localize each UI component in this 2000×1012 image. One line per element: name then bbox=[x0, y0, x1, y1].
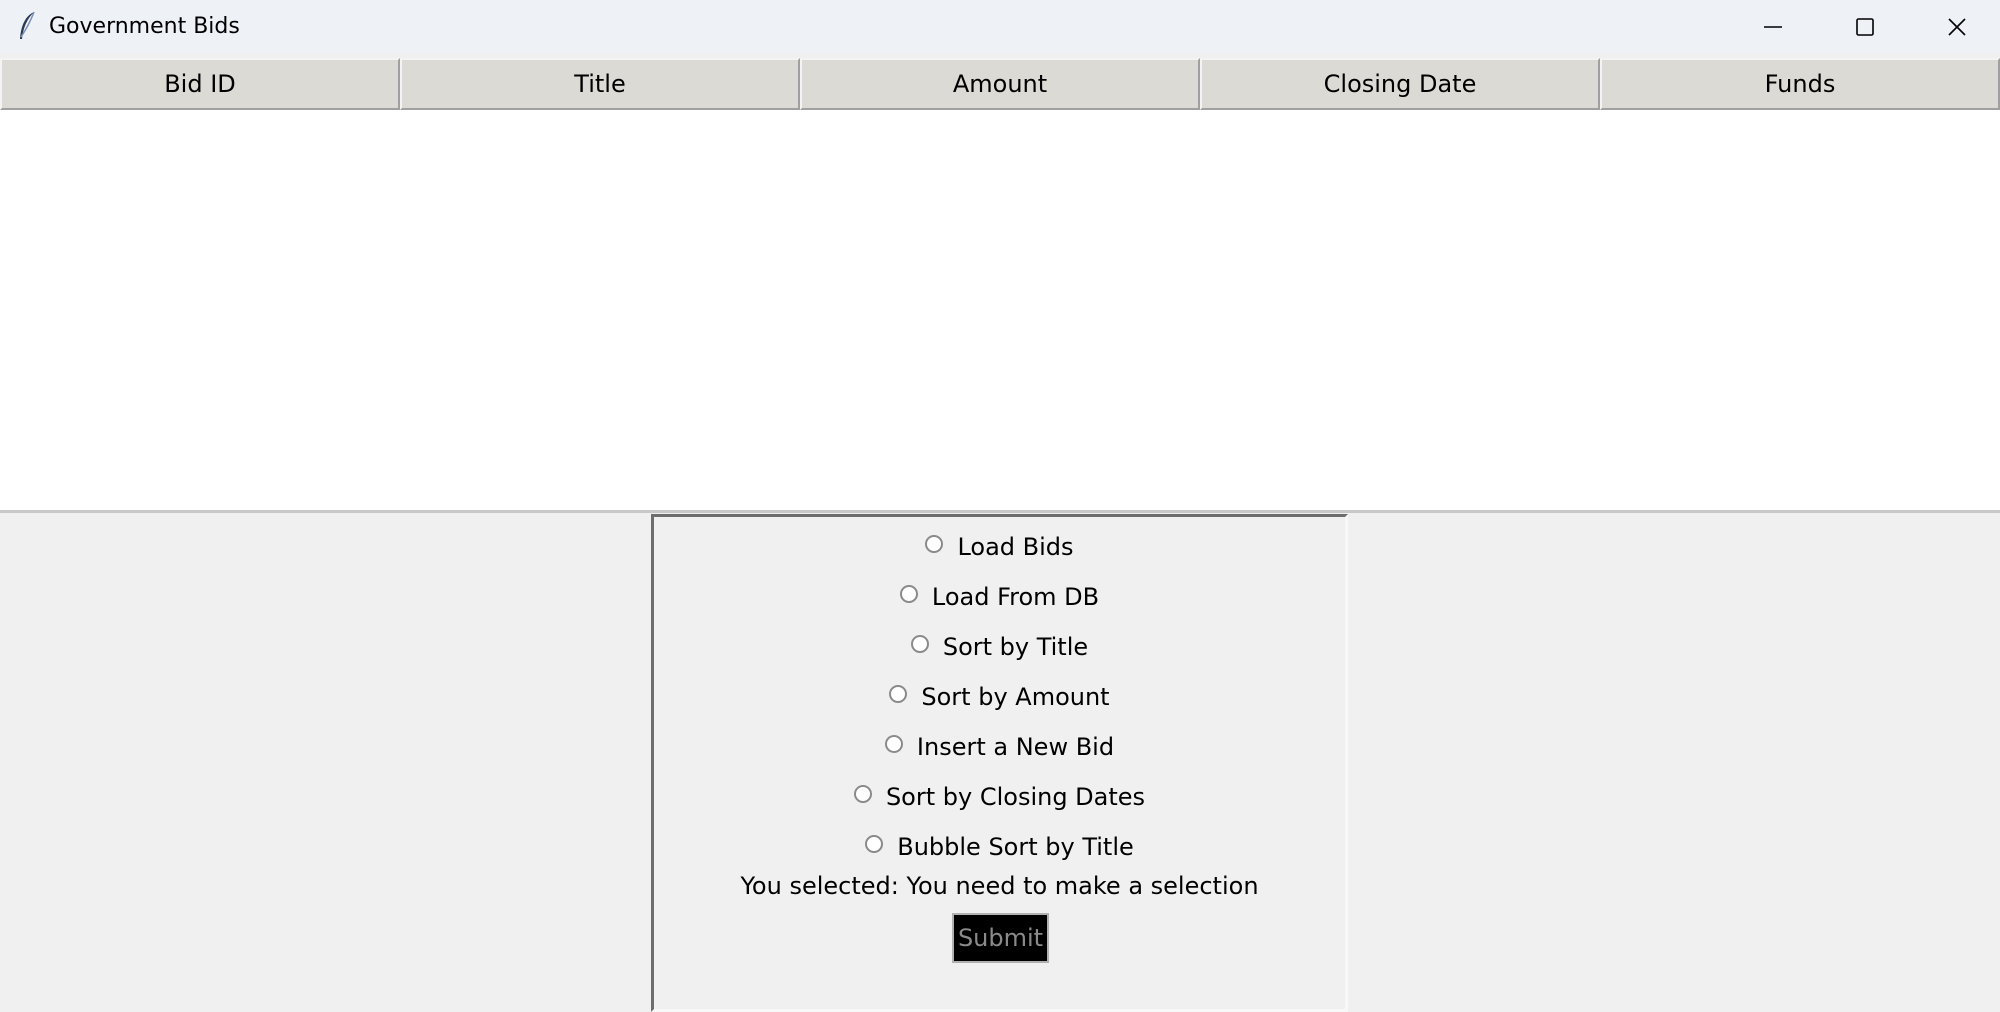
option-label: Load From DB bbox=[931, 583, 1100, 611]
options-panel: Load Bids Load From DB Sort by Title Sor… bbox=[651, 514, 1348, 1012]
radio-button[interactable] bbox=[865, 835, 884, 853]
option-label: Sort by Closing Dates bbox=[885, 783, 1146, 811]
title-bar: Government Bids bbox=[0, 0, 2000, 53]
maximize-icon bbox=[1856, 17, 1874, 36]
window-title: Government Bids bbox=[49, 14, 240, 39]
option-label: Insert a New Bid bbox=[916, 733, 1115, 761]
option-sort-by-amount[interactable]: Sort by Amount bbox=[654, 677, 1345, 717]
option-bubble-sort-by-title[interactable]: Bubble Sort by Title bbox=[654, 827, 1345, 867]
option-sort-by-closing-dates[interactable]: Sort by Closing Dates bbox=[654, 777, 1345, 817]
close-button[interactable] bbox=[1911, 0, 2000, 53]
close-icon bbox=[1948, 17, 1966, 36]
minimize-button[interactable] bbox=[1727, 0, 1819, 53]
column-header-funds[interactable]: Funds bbox=[1600, 58, 2000, 110]
table-body[interactable] bbox=[0, 110, 2000, 510]
column-header-bid-id[interactable]: Bid ID bbox=[0, 58, 400, 110]
radio-button[interactable] bbox=[899, 585, 918, 603]
radio-button[interactable] bbox=[884, 735, 903, 753]
divider bbox=[0, 510, 2000, 513]
option-load-bids[interactable]: Load Bids bbox=[654, 527, 1345, 567]
option-label: Bubble Sort by Title bbox=[897, 833, 1134, 861]
table-header: Bid ID Title Amount Closing Date Funds bbox=[0, 58, 2000, 110]
option-label: Load Bids bbox=[957, 533, 1074, 561]
option-label: Sort by Amount bbox=[921, 683, 1110, 711]
column-header-closing-date[interactable]: Closing Date bbox=[1200, 58, 1600, 110]
option-sort-by-title[interactable]: Sort by Title bbox=[654, 627, 1345, 667]
feather-icon bbox=[15, 10, 39, 42]
radio-button[interactable] bbox=[853, 785, 872, 803]
radio-button[interactable] bbox=[910, 635, 929, 653]
column-header-title[interactable]: Title bbox=[400, 58, 800, 110]
maximize-button[interactable] bbox=[1819, 0, 1911, 53]
bids-table[interactable]: Bid ID Title Amount Closing Date Funds bbox=[0, 58, 2000, 510]
option-load-from-db[interactable]: Load From DB bbox=[654, 577, 1345, 617]
option-insert-new-bid[interactable]: Insert a New Bid bbox=[654, 727, 1345, 767]
option-label: Sort by Title bbox=[942, 633, 1089, 661]
selection-status: You selected: You need to make a selecti… bbox=[740, 872, 1259, 900]
submit-button[interactable]: Submit bbox=[952, 913, 1049, 963]
radio-button[interactable] bbox=[889, 685, 908, 703]
column-header-amount[interactable]: Amount bbox=[800, 58, 1200, 110]
radio-button[interactable] bbox=[925, 535, 944, 553]
minimize-icon bbox=[1764, 25, 1782, 28]
